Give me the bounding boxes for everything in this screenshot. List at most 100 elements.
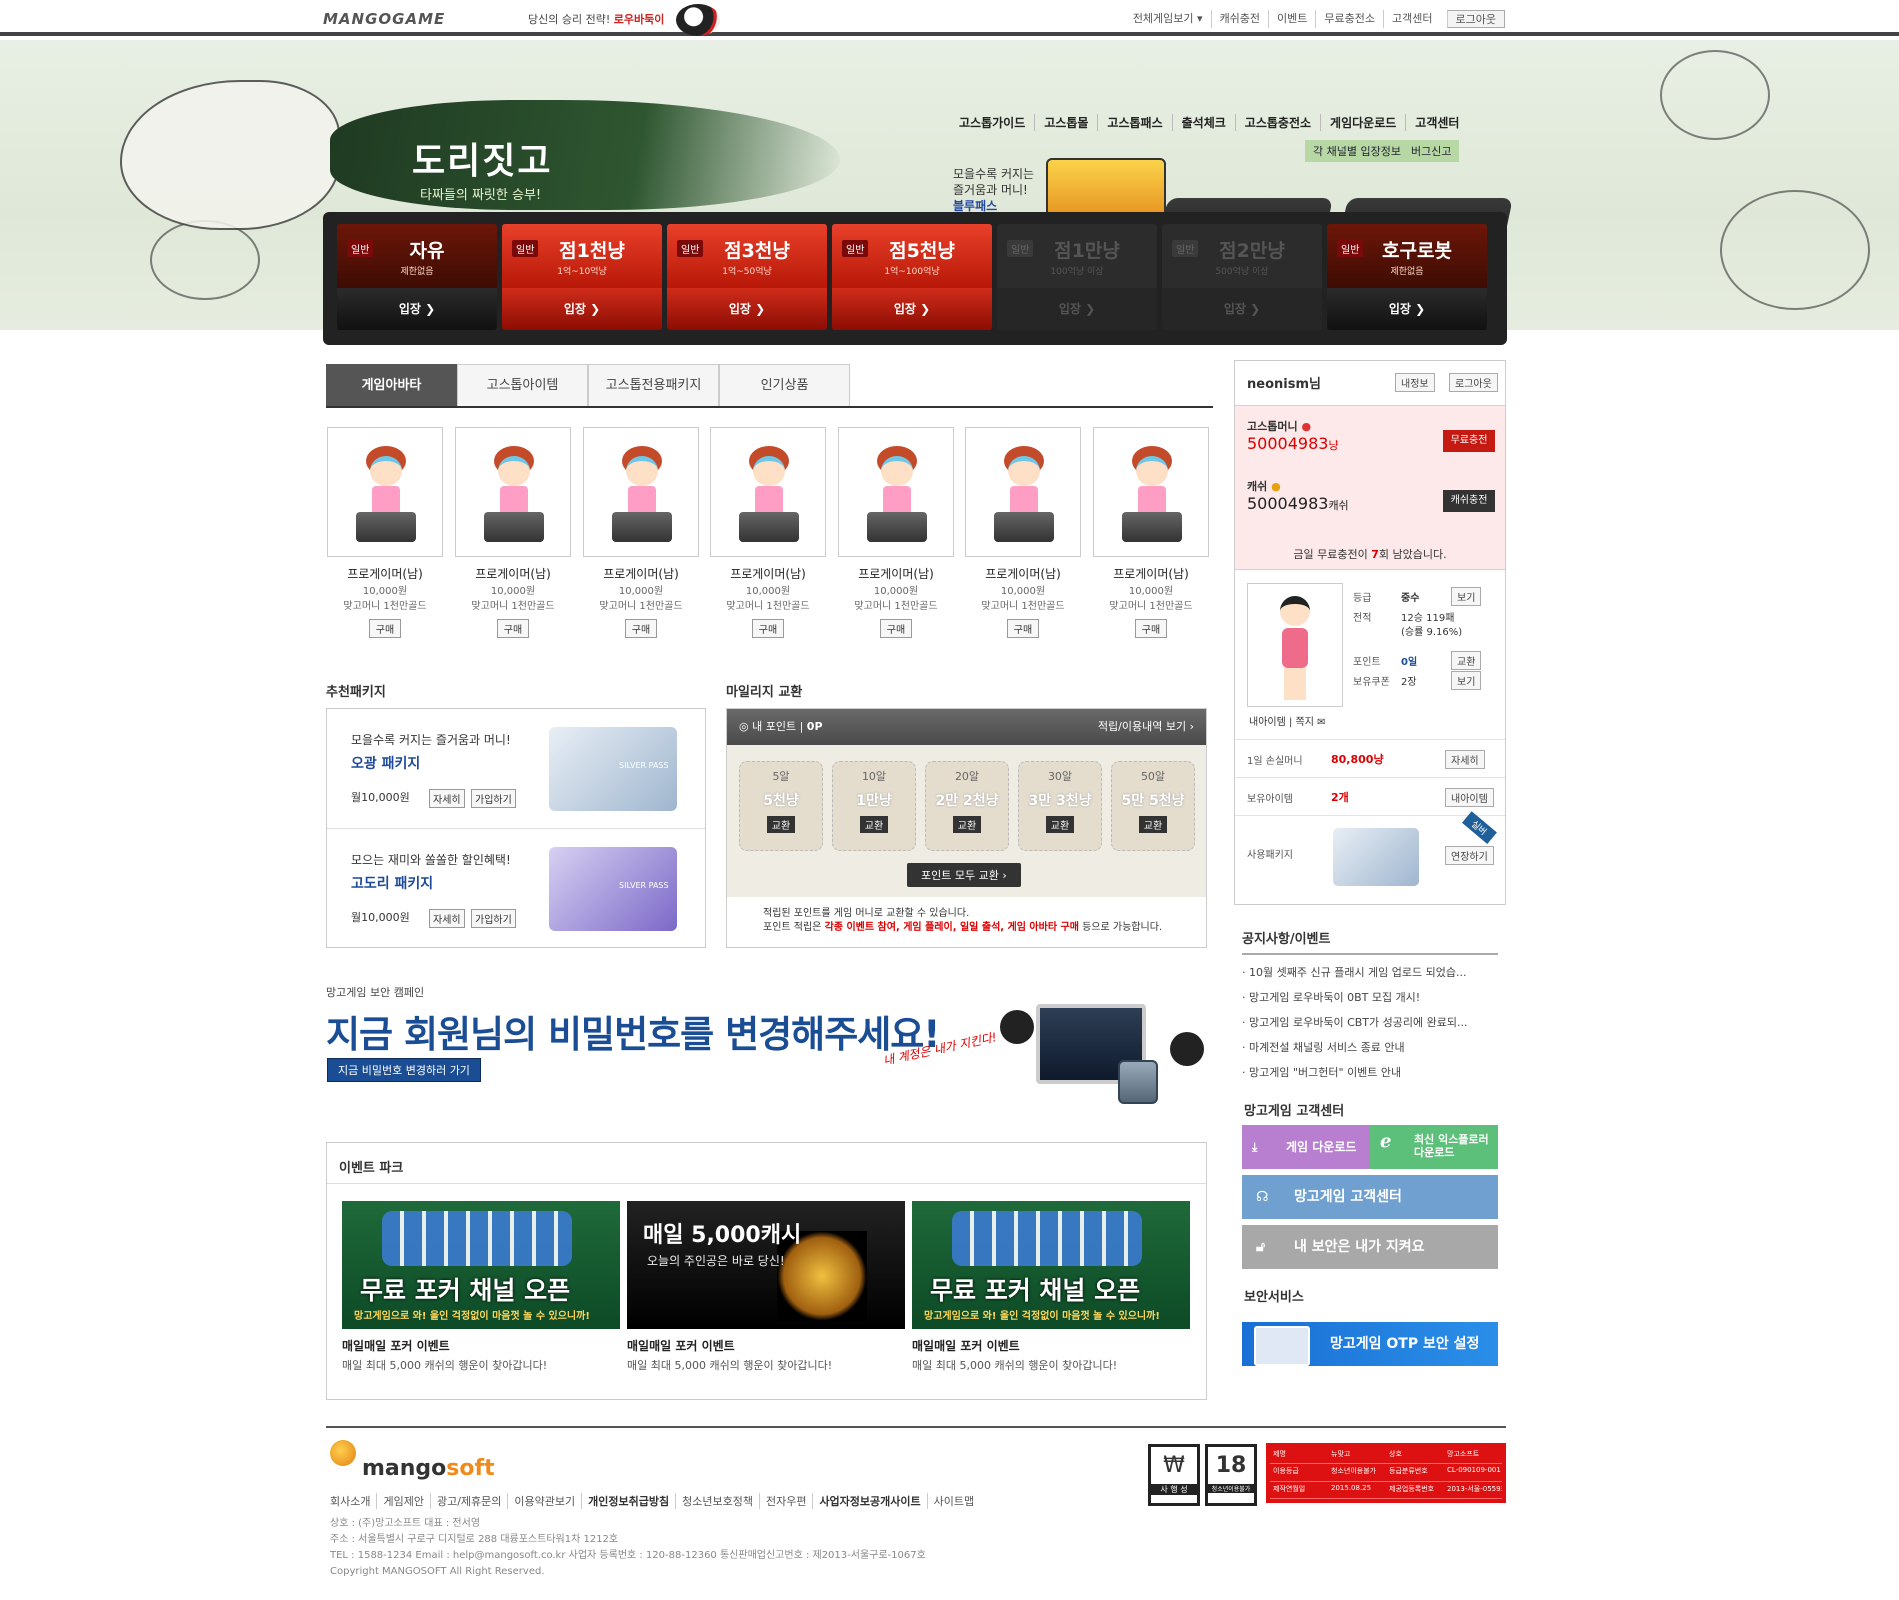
top-nav-cash[interactable]: 캐쉬충전: [1210, 10, 1268, 28]
bluepass-link[interactable]: 블루패스: [953, 199, 997, 213]
item-name[interactable]: 프로게이머(남): [1093, 565, 1209, 582]
event-banner-cash[interactable]: 매일 5,000캐시 오늘의 주인공은 바로 당신!: [627, 1201, 905, 1329]
point-history-link[interactable]: 적립/이용내역 보기 ›: [1098, 709, 1194, 745]
bug-report-link[interactable]: 버그신고: [1411, 143, 1451, 159]
top-nav-free-charge[interactable]: 무료충전소: [1315, 10, 1383, 28]
silver-pass-card[interactable]: [1333, 828, 1419, 886]
avatar-thumbnail[interactable]: [838, 427, 954, 557]
my-info-button[interactable]: 내정보: [1395, 373, 1435, 392]
exchange-all-button[interactable]: 포인트 모두 교환 ›: [907, 863, 1021, 887]
buy-button[interactable]: 구매: [1006, 619, 1040, 638]
otp-setup-button[interactable]: 망고게임 OTP 보안 설정: [1242, 1322, 1498, 1366]
tab-gostop-package[interactable]: 고스톱전용패키지: [588, 364, 719, 406]
event-card[interactable]: 무료 포커 채널 오픈 망고게임으로 와! 올인 걱정없이 마음껏 놀 수 있으니…: [342, 1201, 620, 1373]
exchange-button[interactable]: 교환: [1138, 816, 1168, 833]
cash-charge-button[interactable]: 캐쉬충전: [1443, 490, 1495, 512]
package-name[interactable]: 오광 패키지: [351, 753, 420, 773]
notice-item[interactable]: · 10월 셋째주 신규 플래시 게임 업로드 되었습...: [1242, 964, 1498, 980]
footer-link-ad[interactable]: 광고/제휴문의: [429, 1493, 507, 1509]
avatar-thumbnail[interactable]: [327, 427, 443, 557]
item-name[interactable]: 프로게이머(남): [583, 565, 699, 582]
room-1000[interactable]: 일반 점1천냥 1억~10억냥 입장 ❯: [502, 224, 662, 330]
package-name[interactable]: 고도리 패키지: [351, 873, 433, 893]
room-free[interactable]: 일반 자유 제한없음 입장 ❯: [337, 224, 497, 330]
tab-game-avatar[interactable]: 게임아바타: [326, 364, 457, 406]
notice-item[interactable]: · 마계전설 채널링 서비스 종료 안내: [1242, 1039, 1498, 1055]
room-enter-button[interactable]: 입장 ❯: [502, 288, 662, 330]
footer-link-terms[interactable]: 이용약관보기: [507, 1493, 581, 1509]
coupon-view-button[interactable]: 보기: [1451, 671, 1482, 690]
event-banner-poker[interactable]: 무료 포커 채널 오픈 망고게임으로 와! 올인 걱정없이 마음껏 놀 수 있으니…: [342, 1201, 620, 1329]
top-nav-support[interactable]: 고객센터: [1383, 10, 1440, 28]
item-name[interactable]: 프로게이머(남): [327, 565, 443, 582]
top-nav-event[interactable]: 이벤트: [1268, 10, 1315, 28]
change-password-button[interactable]: 지금 비밀번호 변경하러 가기: [327, 1058, 481, 1082]
room-enter-button[interactable]: 입장 ❯: [337, 288, 497, 330]
buy-button[interactable]: 구매: [751, 619, 785, 638]
room-enter-button[interactable]: 입장 ❯: [832, 288, 992, 330]
event-title[interactable]: 매일매일 포커 이벤트: [912, 1337, 1190, 1354]
tab-popular[interactable]: 인기상품: [719, 364, 850, 406]
silver-pass-card[interactable]: SILVER PASS: [549, 727, 677, 811]
room-robot[interactable]: 일반 호구로봇 제한없음 입장 ❯: [1327, 224, 1487, 330]
buy-button[interactable]: 구매: [368, 619, 402, 638]
game-download-button[interactable]: ⤓ 게임 다운로드: [1242, 1125, 1370, 1169]
item-name[interactable]: 프로게이머(남): [838, 565, 954, 582]
avatar-thumbnail[interactable]: [710, 427, 826, 557]
avatar-thumbnail[interactable]: [455, 427, 571, 557]
avatar-thumbnail[interactable]: [1093, 427, 1209, 557]
menu-download[interactable]: 게임다운로드: [1320, 114, 1405, 131]
tab-gostop-item[interactable]: 고스톱아이템: [457, 364, 588, 406]
footer-link-privacy[interactable]: 개인정보취급방침: [581, 1493, 675, 1509]
item-name[interactable]: 프로게이머(남): [710, 565, 826, 582]
user-avatar[interactable]: [1247, 583, 1343, 707]
exchange-button[interactable]: 교환: [859, 816, 889, 833]
my-items-button[interactable]: 내아이템: [1445, 788, 1494, 807]
grade-view-button[interactable]: 보기: [1451, 587, 1482, 606]
support-center-button[interactable]: ☊ 망고게임 고객센터: [1242, 1175, 1498, 1219]
event-card[interactable]: 무료 포커 채널 오픈 망고게임으로 와! 올인 걱정없이 마음껏 놀 수 있으니…: [912, 1201, 1190, 1373]
lowbadugi-icon[interactable]: [676, 4, 720, 36]
room-3000[interactable]: 일반 점3천냥 1억~50억냥 입장 ❯: [667, 224, 827, 330]
buy-button[interactable]: 구매: [624, 619, 658, 638]
channel-entry-info-link[interactable]: 각 채널별 입장정보: [1313, 143, 1401, 159]
extend-button[interactable]: 연장하기: [1445, 846, 1494, 865]
event-card[interactable]: 매일 5,000캐시 오늘의 주인공은 바로 당신! 매일매일 포커 이벤트 매일…: [627, 1201, 905, 1373]
top-promo[interactable]: 당신의 승리 전략! 로우바둑이: [528, 11, 664, 27]
notice-item[interactable]: · 망고게임 "버그헌터" 이벤트 안내: [1242, 1064, 1498, 1080]
free-charge-button[interactable]: 무료충전: [1443, 430, 1495, 452]
notice-item[interactable]: · 망고게임 로우바둑이 CBT가 성공리에 완료되...: [1242, 1014, 1498, 1030]
buy-button[interactable]: 구매: [496, 619, 530, 638]
banner-headline[interactable]: 지금 회원님의 비밀번호를 변경해주세요!: [326, 1004, 940, 1058]
exchange-button[interactable]: 교환: [766, 816, 796, 833]
room-5000[interactable]: 일반 점5천냥 1억~100억냥 입장 ❯: [832, 224, 992, 330]
ie-download-button[interactable]: ℯ 최신 익스플로러 다운로드: [1370, 1125, 1498, 1169]
menu-gostop-mall[interactable]: 고스톱몰: [1034, 114, 1097, 131]
buy-button[interactable]: 구매: [879, 619, 913, 638]
event-title[interactable]: 매일매일 포커 이벤트: [342, 1337, 620, 1354]
footer-link-business-info[interactable]: 사업자정보공개사이트: [812, 1493, 926, 1509]
avatar-thumbnail[interactable]: [965, 427, 1081, 557]
item-name[interactable]: 프로게이머(남): [455, 565, 571, 582]
logout-button[interactable]: 로그아웃: [1449, 373, 1498, 392]
room-enter-button[interactable]: 입장 ❯: [1327, 288, 1487, 330]
footer-link-sitemap[interactable]: 사이트맵: [926, 1493, 980, 1509]
exchange-button[interactable]: 교환: [952, 816, 982, 833]
item-name[interactable]: 프로게이머(남): [965, 565, 1081, 582]
avatar-thumbnail[interactable]: [583, 427, 699, 557]
security-button[interactable]: 🔓︎ 내 보안은 내가 지켜요: [1242, 1225, 1498, 1269]
mangosoft-logo[interactable]: mangosoft: [362, 1456, 495, 1481]
notice-item[interactable]: · 망고게임 로우바둑이 0BT 모집 개시!: [1242, 989, 1498, 1005]
menu-gostop-pass[interactable]: 고스톱패스: [1097, 114, 1171, 131]
package-detail-button[interactable]: 자세히: [429, 909, 465, 928]
menu-gostop-guide[interactable]: 고스톱가이드: [950, 114, 1034, 131]
bluepass-promo[interactable]: 모을수록 커지는 즐거움과 머니! 블루패스: [953, 166, 1034, 214]
menu-attendance[interactable]: 출석체크: [1171, 114, 1235, 131]
package-join-button[interactable]: 가입하기: [471, 909, 516, 928]
top-nav-all-games[interactable]: 전체게임보기 ▾: [1125, 10, 1211, 28]
package-join-button[interactable]: 가입하기: [471, 789, 516, 808]
mangogame-logo[interactable]: MANGOGAME: [323, 10, 445, 28]
room-enter-button[interactable]: 입장 ❯: [667, 288, 827, 330]
exchange-button[interactable]: 교환: [1045, 816, 1075, 833]
note-link[interactable]: 쪽지: [1296, 717, 1314, 728]
